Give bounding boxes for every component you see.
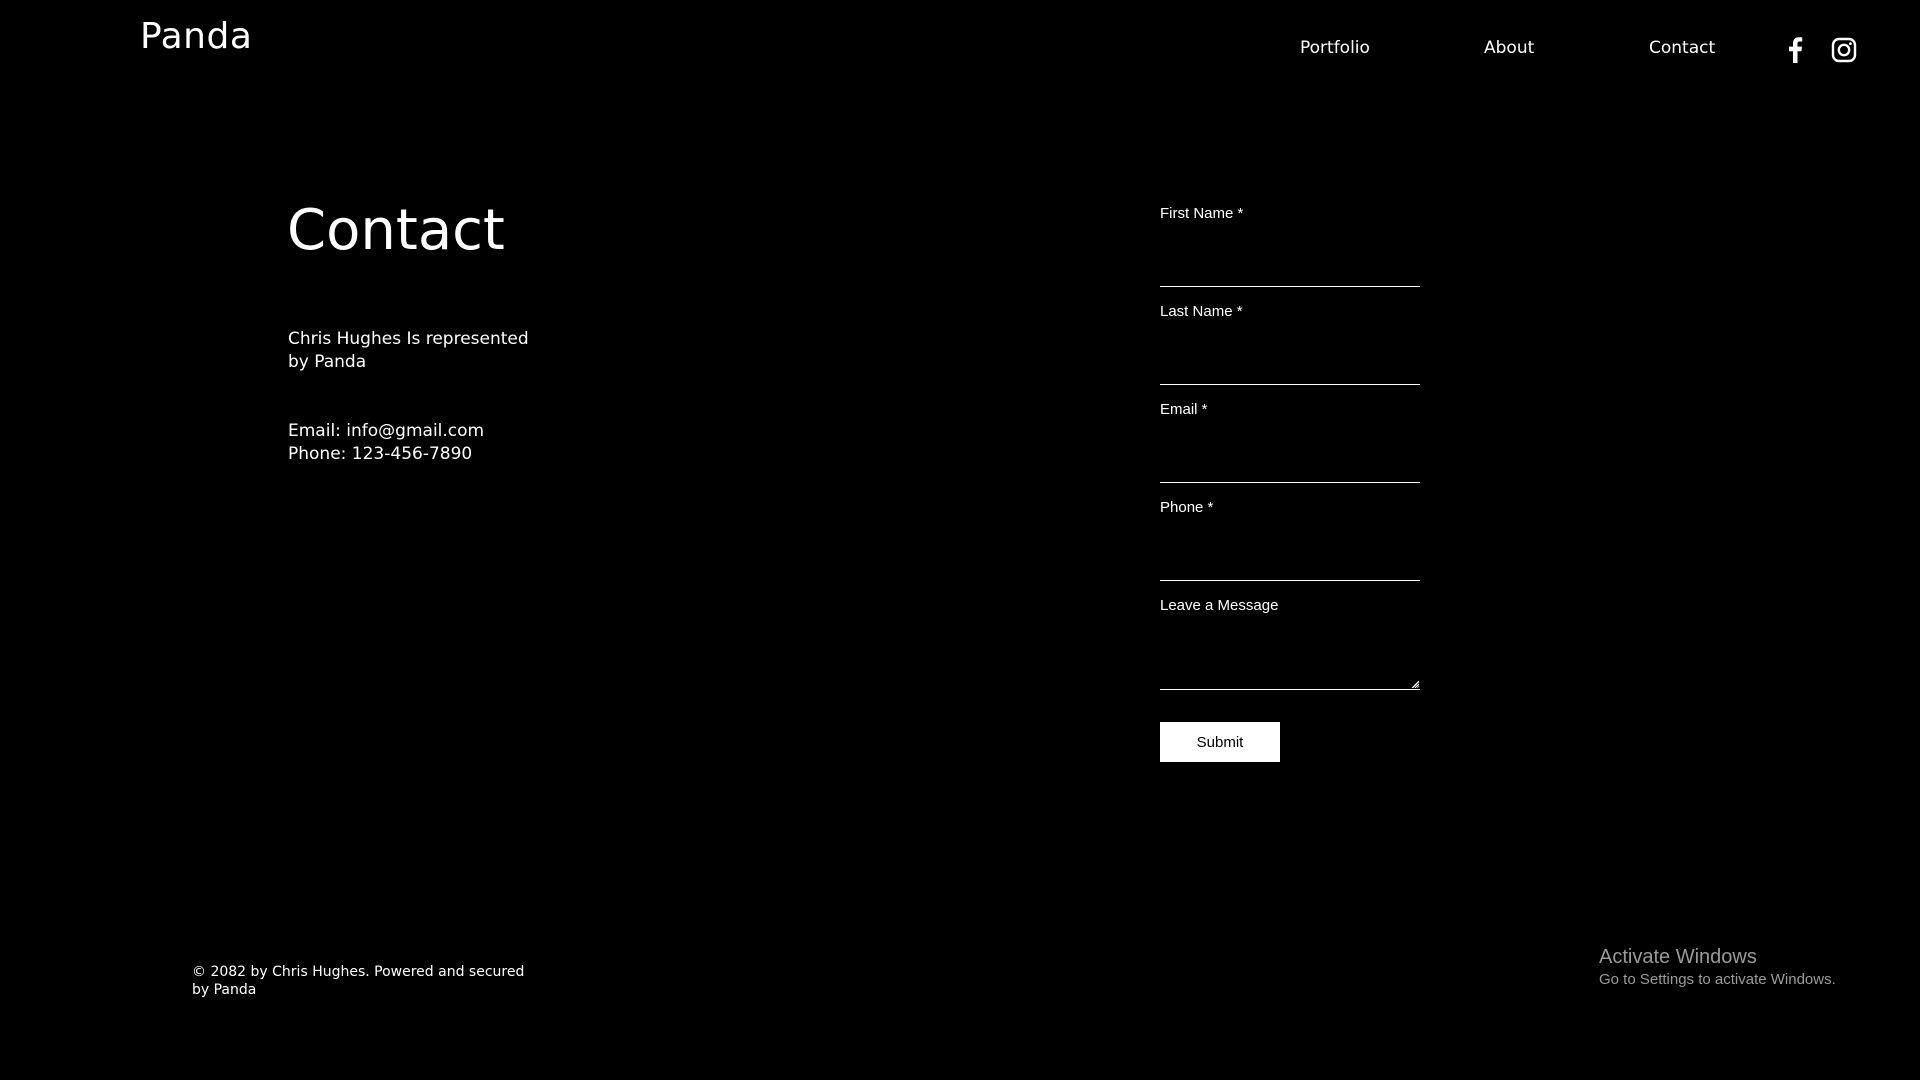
email-label: Email *: [1160, 401, 1208, 418]
message-group: Leave a Message: [1160, 596, 1420, 714]
phone-label: Phone *: [1160, 499, 1214, 516]
activate-windows-watermark: Activate Windows Go to Settings to activ…: [1599, 944, 1836, 990]
activate-windows-title: Activate Windows: [1599, 946, 1757, 968]
last-name-label: Last Name *: [1160, 303, 1243, 320]
last-name-field[interactable]: [1160, 330, 1420, 385]
email-group: Email *: [1160, 400, 1420, 498]
facebook-glyph: [1789, 37, 1803, 63]
first-name-field[interactable]: [1160, 232, 1420, 287]
nav-item-contact[interactable]: Contact: [1649, 38, 1715, 58]
page: Panda Portfolio About Contact Contact Ch…: [0, 0, 1920, 1080]
message-textarea[interactable]: [1160, 624, 1420, 690]
instagram-glyph: [1831, 37, 1857, 63]
represented-text: Chris Hughes Is represented by Panda: [288, 329, 529, 372]
email-field[interactable]: [1160, 428, 1420, 483]
nav-item-about[interactable]: About: [1484, 38, 1534, 58]
instagram-icon[interactable]: [1830, 36, 1858, 64]
nav-item-portfolio[interactable]: Portfolio: [1300, 38, 1370, 58]
footer-copyright: © 2082 by Chris Hughes. Powered and secu…: [192, 964, 525, 998]
page-title: Contact: [287, 198, 505, 263]
contact-phone: Phone: 123-456-7890: [288, 444, 473, 464]
activate-windows-subtitle: Go to Settings to activate Windows.: [1599, 971, 1836, 988]
first-name-group: First Name *: [1160, 204, 1420, 302]
contact-details: Email: info@gmail.com Phone: 123-456-789…: [288, 420, 484, 466]
phone-group: Phone *: [1160, 498, 1420, 596]
main-nav: Portfolio About Contact: [0, 38, 1920, 62]
last-name-group: Last Name *: [1160, 302, 1420, 400]
first-name-label: First Name *: [1160, 205, 1244, 222]
phone-field[interactable]: [1160, 526, 1420, 581]
contact-form: First Name * Last Name * Email * Phone *…: [1160, 204, 1420, 714]
facebook-icon[interactable]: [1781, 36, 1809, 64]
submit-button[interactable]: Submit: [1160, 722, 1280, 762]
contact-email: Email: info@gmail.com: [288, 421, 485, 441]
message-label: Leave a Message: [1160, 597, 1279, 614]
resize-handle-icon[interactable]: [1411, 680, 1419, 688]
